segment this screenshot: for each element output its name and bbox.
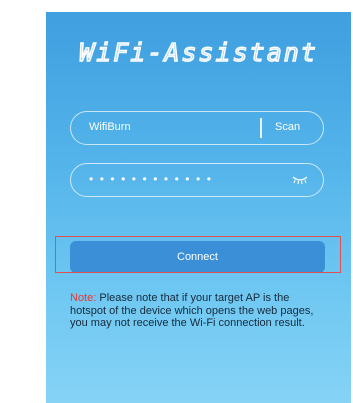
note-text: Please note that if your target AP is th… [70, 292, 314, 329]
ssid-field[interactable]: WifiBurn Scan [70, 111, 324, 145]
password-field[interactable]: •••••••••••• [70, 163, 324, 197]
scan-button[interactable]: Scan [275, 121, 300, 133]
note-label: Note: [70, 292, 97, 304]
connect-button[interactable]: Connect [70, 241, 325, 273]
ssid-input[interactable]: WifiBurn [89, 121, 131, 133]
eye-closed-icon[interactable] [291, 173, 309, 187]
field-divider [260, 118, 262, 138]
app-screen: WiFi-Assistant WifiBurn Scan •••••••••••… [46, 12, 351, 403]
app-title: WiFi-Assistant [78, 37, 318, 67]
connection-note: Note: Please note that if your target AP… [70, 292, 320, 330]
password-input[interactable]: •••••••••••• [89, 172, 217, 186]
